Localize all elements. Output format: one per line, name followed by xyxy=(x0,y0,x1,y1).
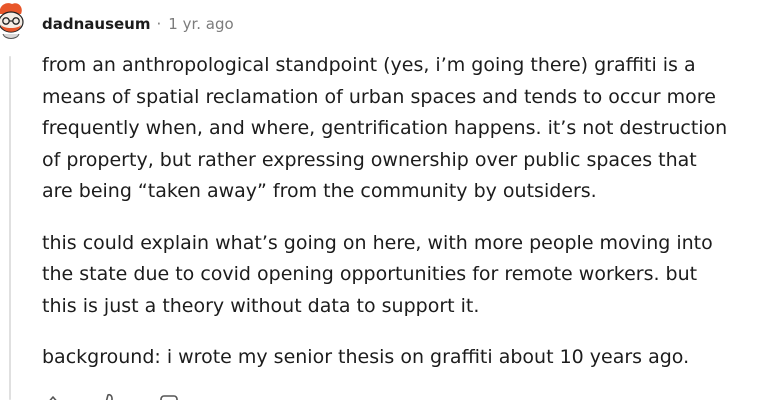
text-line: this could explain what’s going on here,… xyxy=(42,231,713,254)
comment-paragraph: from an anthropological standpoint (yes,… xyxy=(42,50,778,208)
comment-meta: dadnauseum · 1 yr. ago xyxy=(42,13,234,35)
text-line: means of spatial reclamation of urban sp… xyxy=(42,85,716,108)
timestamp[interactable]: 1 yr. ago xyxy=(168,15,233,33)
text-line: the state due to covid opening opportuni… xyxy=(42,263,698,285)
comment-actions xyxy=(42,392,180,400)
text-line: this is just a theory without data to su… xyxy=(42,294,480,317)
text-line: background: i wrote my senior thesis on … xyxy=(42,346,690,368)
reply-icon[interactable] xyxy=(158,392,180,400)
snoo-avatar-icon[interactable] xyxy=(0,0,26,44)
downvote-icon[interactable] xyxy=(100,392,122,400)
text-line: from an anthropological standpoint (yes,… xyxy=(42,54,696,76)
upvote-icon[interactable] xyxy=(42,392,64,400)
author-name[interactable]: dadnauseum xyxy=(42,15,151,33)
comment-paragraph: background: i wrote my senior thesis on … xyxy=(42,342,778,374)
comment: dadnauseum · 1 yr. ago from an anthropol… xyxy=(0,0,780,400)
text-line: of property, but rather expressing owner… xyxy=(42,148,697,171)
comment-body: from an anthropological standpoint (yes,… xyxy=(42,50,778,394)
text-line: are being “taken away” from the communit… xyxy=(42,180,597,202)
comment-paragraph: this could explain what’s going on here,… xyxy=(42,228,778,323)
meta-separator: · xyxy=(156,15,162,33)
text-line: frequently when, and where, gentrificati… xyxy=(42,117,728,139)
thread-line[interactable] xyxy=(9,56,11,400)
